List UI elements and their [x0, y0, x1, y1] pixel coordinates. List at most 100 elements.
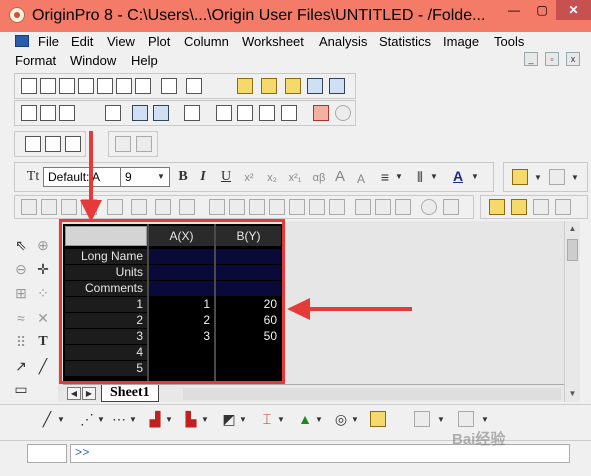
arrow-tool-icon[interactable]: ↗	[12, 357, 30, 375]
close-button[interactable]: ✕	[556, 0, 591, 20]
new-folder-icon[interactable]	[186, 78, 202, 94]
worksheet-window-icon[interactable]	[15, 35, 29, 47]
cell-4-b[interactable]	[216, 345, 281, 360]
scroll-thumb[interactable]	[567, 239, 578, 261]
menu-analysis[interactable]: Analysis	[319, 34, 367, 49]
polar-dropdown-icon[interactable]: ▼	[346, 411, 364, 429]
menu-window[interactable]: Window	[70, 53, 116, 68]
open-excel-icon[interactable]	[285, 78, 301, 94]
new-notes-icon[interactable]	[161, 78, 177, 94]
pattern-dropdown-icon[interactable]: ▼	[426, 168, 442, 186]
unmask-icon[interactable]	[533, 199, 549, 215]
column-dropdown-icon[interactable]: ▼	[160, 411, 178, 429]
zoom-in-icon[interactable]: ⊕	[34, 236, 52, 254]
save-template-icon[interactable]	[329, 78, 345, 94]
align-left-objects-icon[interactable]	[209, 199, 225, 215]
row-header-2[interactable]: 2	[65, 313, 147, 328]
results-log-icon[interactable]	[216, 105, 232, 121]
area-dropdown-icon[interactable]: ▼	[234, 411, 252, 429]
layer-icon[interactable]	[107, 199, 123, 215]
group-icon[interactable]	[443, 199, 459, 215]
box-dropdown-icon[interactable]: ▼	[272, 411, 290, 429]
maximize-button[interactable]: ▢	[528, 0, 556, 20]
cell-units-b[interactable]	[216, 265, 281, 280]
refresh-icon[interactable]	[132, 105, 148, 121]
clock-icon[interactable]	[421, 199, 437, 215]
tab-sheet1[interactable]: Sheet1	[101, 385, 159, 402]
tab-next-icon[interactable]: ▶	[82, 387, 96, 400]
delete-column-icon[interactable]	[136, 136, 152, 152]
circle-tool-icon[interactable]	[335, 105, 351, 121]
menu-view[interactable]: View	[107, 34, 135, 49]
horizontal-scrollbar[interactable]	[183, 388, 561, 400]
align-top-objects-icon[interactable]	[249, 199, 265, 215]
cell-2-a[interactable]: 2	[149, 313, 214, 328]
open-icon[interactable]	[237, 78, 253, 94]
code-builder-icon[interactable]	[259, 105, 275, 121]
align-horizontal-icon[interactable]	[309, 199, 325, 215]
cell-1-b[interactable]: 20	[216, 297, 281, 312]
row-header-4[interactable]: 4	[65, 345, 147, 360]
menu-column[interactable]: Column	[184, 34, 229, 49]
cell-comments-b[interactable]	[216, 281, 281, 296]
copy-icon[interactable]	[45, 136, 61, 152]
vertical-scrollbar[interactable]: ▲ ▼	[564, 221, 580, 402]
mask-range-icon[interactable]	[511, 199, 527, 215]
duplicate-icon[interactable]	[153, 105, 169, 121]
zoom-icon[interactable]	[21, 199, 37, 215]
child-close-button[interactable]: x	[566, 52, 580, 66]
draw-data-tool-icon[interactable]: ≈	[12, 309, 30, 327]
contour-dropdown-icon[interactable]: ▼	[310, 411, 328, 429]
line-color-dropdown-icon[interactable]: ▼	[567, 169, 583, 187]
add-new-data-icon[interactable]	[313, 105, 329, 121]
child-minimize-button[interactable]: _	[524, 52, 538, 66]
new-layout-icon[interactable]	[135, 78, 151, 94]
column-header-a[interactable]: A(X)	[149, 226, 214, 246]
print-icon[interactable]	[105, 105, 121, 121]
scale-icon[interactable]: ⊞	[12, 284, 30, 302]
import-ascii-icon[interactable]	[21, 105, 37, 121]
superscript-button[interactable]: x²	[241, 169, 257, 187]
align-dropdown-icon[interactable]: ▼	[391, 168, 407, 186]
increase-font-button[interactable]: A	[332, 168, 348, 186]
region-tool-icon[interactable]: ⠿	[12, 333, 30, 351]
draw-data-icon[interactable]	[81, 199, 97, 215]
cell-5-b[interactable]	[216, 361, 281, 376]
font-name-select[interactable]: Default: A	[43, 167, 131, 187]
decrease-font-button[interactable]: A	[353, 170, 369, 188]
screen-reader-icon[interactable]	[61, 199, 77, 215]
menu-worksheet[interactable]: Worksheet	[242, 34, 304, 49]
italic-button[interactable]: I	[195, 168, 211, 186]
font-color-dropdown-icon[interactable]: ▼	[467, 168, 483, 186]
layer-3-icon[interactable]	[155, 199, 171, 215]
scroll-down-icon[interactable]: ▼	[565, 386, 580, 402]
bar-dropdown-icon[interactable]: ▼	[196, 411, 214, 429]
menu-file[interactable]: File	[38, 34, 59, 49]
new-matrix-icon[interactable]	[97, 78, 113, 94]
new-excel-icon[interactable]	[59, 78, 75, 94]
align-bottom-objects-icon[interactable]	[269, 199, 285, 215]
supsub-button[interactable]: x²₁	[287, 169, 303, 187]
template-library-icon[interactable]	[370, 411, 386, 427]
3d-plot-dropdown-icon[interactable]: ▼	[432, 411, 450, 429]
3d-surface-dropdown-icon[interactable]: ▼	[476, 411, 494, 429]
project-explorer-icon[interactable]	[184, 105, 200, 121]
menu-help[interactable]: Help	[131, 53, 158, 68]
fill-color-icon[interactable]	[512, 169, 528, 185]
cell-5-a[interactable]	[149, 361, 214, 376]
same-width-icon[interactable]	[329, 199, 345, 215]
font-color-icon[interactable]: A	[450, 167, 466, 185]
mask-toggle-icon[interactable]	[555, 199, 571, 215]
script-window-icon[interactable]	[237, 105, 253, 121]
pointer-icon[interactable]: ⇖	[12, 236, 30, 254]
row-header-5[interactable]: 5	[65, 361, 147, 376]
cell-3-b[interactable]: 50	[216, 329, 281, 344]
import-wizard-icon[interactable]	[59, 105, 75, 121]
select-all-corner[interactable]	[65, 226, 147, 246]
layer-4-icon[interactable]	[179, 199, 195, 215]
menu-image[interactable]: Image	[443, 34, 479, 49]
align-vertical-icon[interactable]	[289, 199, 305, 215]
new-project-icon[interactable]	[21, 78, 37, 94]
save-project-icon[interactable]	[307, 78, 323, 94]
menu-edit[interactable]: Edit	[71, 34, 93, 49]
